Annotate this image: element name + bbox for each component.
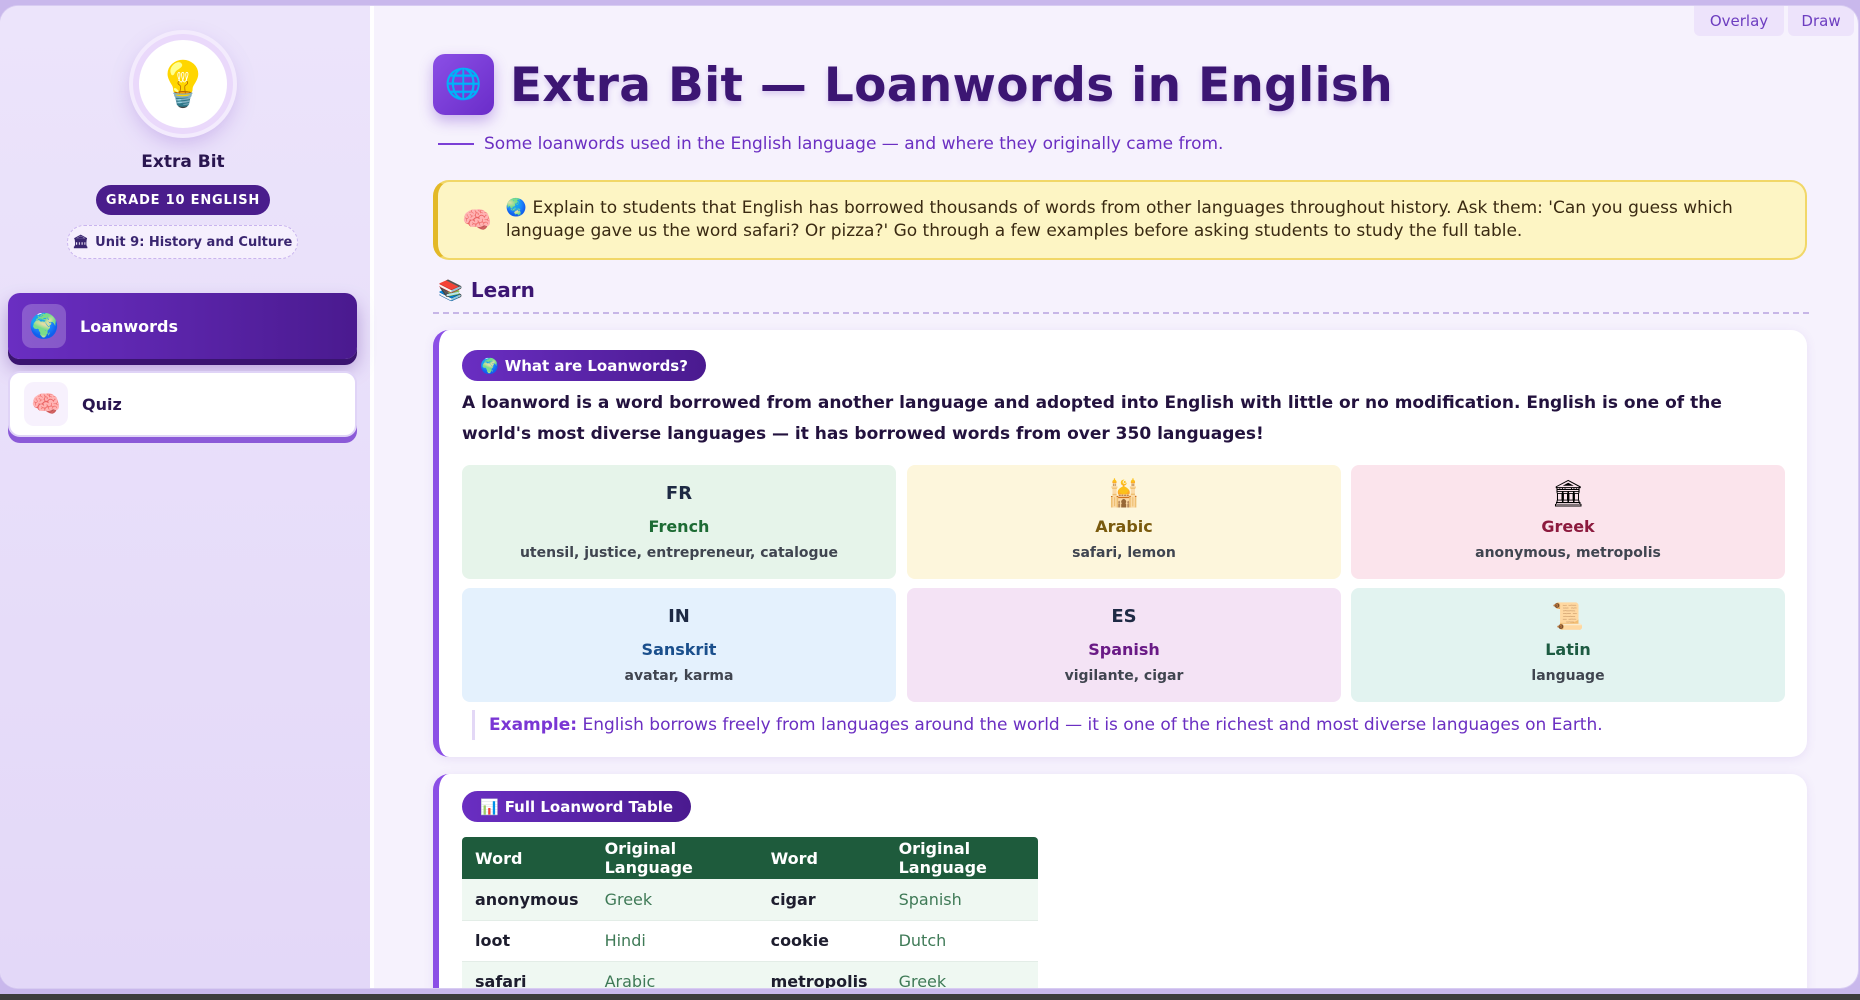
lightbulb-icon: 💡 [133,34,233,134]
card-pill-label: What are Loanwords? [504,356,688,375]
table-cell: loot [462,920,592,962]
sidebar: 💡 Extra Bit GRADE 10 ENGLISH 🏛 Unit 9: H… [0,6,374,988]
intro-text: A loanword is a word borrowed from anoth… [462,388,1782,450]
teacher-note: 🧠 🌏 Explain to students that English has… [433,180,1807,260]
building-icon: 🏛 [72,234,90,250]
subtitle-text: Some loanwords used in the English langu… [484,134,1224,154]
bar-chart-icon: 📊 [480,797,499,816]
language-card-greek: 🏛 Greek anonymous, metropolis [1351,465,1785,579]
table-cell: Arabic [591,961,758,988]
grade-badge: GRADE 10 ENGLISH [96,185,270,215]
what-are-loanwords-card: 🌍 What are Loanwords? A loanword is a wo… [433,330,1807,757]
sidebar-item-loanwords[interactable]: 🌍 Loanwords [8,293,357,359]
subtitle-dash [438,143,474,145]
brain-icon: 🧠 [24,382,68,426]
app-window: 💡 Extra Bit GRADE 10 ENGLISH 🏛 Unit 9: H… [0,6,1858,988]
example-text: English borrows freely from languages ar… [577,715,1603,735]
table-cell: Spanish [885,879,1038,921]
language-card-spanish: ES Spanish vigilante, cigar [907,588,1341,702]
language-name: Greek [1541,517,1595,536]
language-words: vigilante, cigar [1064,668,1184,684]
sidebar-title: Extra Bit [141,152,225,172]
column-header: Word [462,837,592,879]
table-cell: Dutch [885,920,1038,962]
language-words: anonymous, metropolis [1475,545,1661,561]
language-name: French [648,517,710,536]
intro-a: A [462,393,482,413]
draw-button[interactable]: Draw [1788,6,1854,36]
loanword-table: Word Original Language Word Original Lan… [462,837,1038,988]
language-card-arabic: 🕌 Arabic safari, lemon [907,465,1341,579]
table-cell: anonymous [462,879,592,921]
table-cell: Hindi [591,920,758,962]
column-header: Original Language [885,837,1038,879]
globe-icon: 🌏 [505,198,533,218]
teacher-note-text: 🌏 Explain to students that English has b… [506,197,1746,243]
sidebar-item-label: Quiz [82,394,122,414]
language-name: Latin [1545,640,1591,659]
table-header-row: Word Original Language Word Original Lan… [462,837,1038,879]
language-name: Sanskrit [641,640,717,659]
classical-building-icon: 🏛 [1551,479,1585,509]
table-row: safari Arabic metropolis Greek [462,961,1038,988]
language-card-sanskrit: IN Sanskrit avatar, karma [462,588,896,702]
table-row: loot Hindi cookie Dutch [462,920,1038,962]
language-code: FR [665,483,693,504]
intro-b: is a word borrowed from another language… [462,393,1722,444]
mosque-icon: 🕌 [1107,479,1141,509]
language-card-french: FR French utensil, justice, entrepreneur… [462,465,896,579]
language-words: safari, lemon [1072,545,1176,561]
brain-icon: 🧠 [462,206,492,234]
example-label: Example: [489,715,578,735]
table-cell: safari [462,961,592,988]
section-heading: 📚 Learn [438,278,535,302]
table-cell: cookie [757,920,886,962]
page-title: Extra Bit — Loanwords in English [510,58,1393,113]
teacher-note-body: Explain to students that English has bor… [505,198,1733,241]
card-pill: 🌍 What are Loanwords? [462,350,706,381]
main-content: 🌐 Extra Bit — Loanwords in English Some … [374,6,1858,988]
taskbar-strip [0,994,1860,1000]
language-card-latin: 📜 Latin language [1351,588,1785,702]
language-words: language [1531,668,1605,684]
overlay-button[interactable]: Overlay [1694,6,1784,36]
language-code: IN [668,606,690,627]
page-subtitle: Some loanwords used in the English langu… [438,134,1223,154]
table-cell: Greek [591,879,758,921]
language-grid: FR French utensil, justice, entrepreneur… [462,465,1786,702]
language-words: avatar, karma [624,668,734,684]
table-row: anonymous Greek cigar Spanish [462,879,1038,921]
example-callout: Example: English borrows freely from lan… [472,710,1603,740]
sidebar-item-quiz[interactable]: 🧠 Quiz [8,371,357,437]
card-pill: 📊 Full Loanword Table [462,791,692,822]
table-cell: cigar [757,879,886,921]
language-code: ES [1111,606,1137,627]
card-pill-label: Full Loanword Table [504,797,674,816]
loanword-table-card: 📊 Full Loanword Table Word Original Lang… [433,774,1807,988]
section-divider [433,312,1809,314]
books-icon: 📚 [438,278,463,302]
language-name: Arabic [1095,517,1153,536]
table-cell: metropolis [757,961,886,988]
unit-label: Unit 9: History and Culture [95,234,293,250]
globe-icon: 🌍 [480,356,499,375]
unit-pill: 🏛 Unit 9: History and Culture [67,225,298,259]
globe-icon: 🌐 [433,54,494,115]
column-header: Word [757,837,886,879]
table-cell: Greek [885,961,1038,988]
sidebar-item-label: Loanwords [80,316,179,336]
section-label: Learn [470,278,535,302]
column-header: Original Language [591,837,758,879]
intro-term: loanword [481,393,571,413]
scroll-icon: 📜 [1551,602,1585,632]
language-name: Spanish [1088,640,1160,659]
globe-icon: 🌍 [22,304,66,348]
language-words: utensil, justice, entrepreneur, catalogu… [519,545,839,561]
